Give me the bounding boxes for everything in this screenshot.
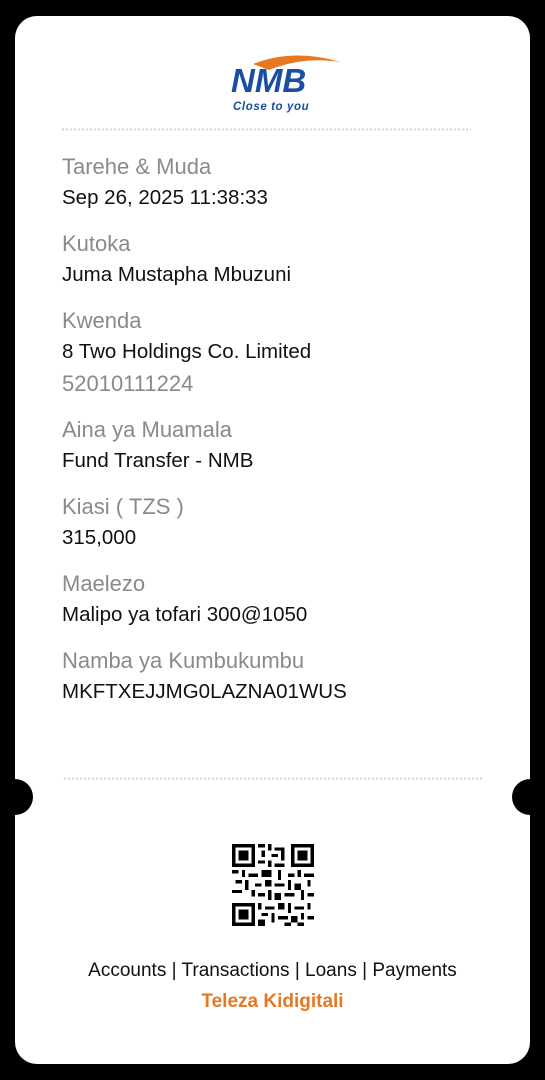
- field-description: Maelezo Malipo ya tofari 300@1050: [62, 569, 502, 631]
- field-label: Maelezo: [62, 571, 146, 596]
- field-label: Kiasi ( TZS ): [62, 494, 184, 519]
- account-number: 52010111224: [62, 371, 194, 396]
- field-value: Juma Mustapha Mbuzuni: [62, 263, 292, 286]
- field-amount: Kiasi ( TZS ) 315,000: [62, 492, 502, 554]
- field-value: Sep 26, 2025 11:38:33: [62, 186, 268, 209]
- link-separator: |: [362, 960, 368, 981]
- divider-bottom: [63, 776, 483, 781]
- field-label: Kutoka: [62, 231, 131, 256]
- field-label: Kwenda: [62, 308, 142, 333]
- link-separator: |: [294, 960, 300, 981]
- field-reference-number: Namba ya Kumbukumbu MKFTXEJJMG0LAZNA01WU…: [62, 646, 502, 708]
- link-separator: |: [171, 960, 177, 981]
- field-value: Fund Transfer - NMB: [62, 449, 254, 472]
- receipt-fields: Tarehe & Muda Sep 26, 2025 11:38:33 Kuto…: [62, 152, 502, 723]
- field-date-time: Tarehe & Muda Sep 26, 2025 11:38:33: [62, 152, 502, 214]
- field-label: Aina ya Muamala: [62, 417, 232, 442]
- field-to: Kwenda 8 Two Holdings Co. Limited 520101…: [62, 306, 502, 400]
- divider-top: [61, 127, 471, 132]
- field-label: Tarehe & Muda: [62, 154, 212, 179]
- field-value: Malipo ya tofari 300@1050: [62, 603, 308, 626]
- field-from: Kutoka Juma Mustapha Mbuzuni: [62, 229, 502, 291]
- field-value: 315,000: [62, 526, 137, 549]
- logo-text: NMB: [231, 62, 306, 99]
- link-loans[interactable]: Loans: [305, 960, 357, 981]
- qr-code-icon[interactable]: [232, 844, 314, 926]
- field-value: MKFTXEJJMG0LAZNA01WUS: [62, 680, 347, 703]
- link-transactions[interactable]: Transactions: [181, 960, 289, 981]
- footer-links: Accounts | Transactions | Loans | Paymen…: [15, 960, 530, 982]
- receipt-card: NMB Close to you Tarehe & Muda Sep 26, 2…: [0, 16, 545, 1064]
- footer-tagline: Teleza Kidigitali: [201, 991, 344, 1012]
- ticket-notch-right: [512, 779, 545, 815]
- field-label: Namba ya Kumbukumbu: [62, 648, 305, 673]
- nmb-logo: NMB Close to you: [231, 55, 341, 113]
- field-value: 8 Two Holdings Co. Limited: [62, 340, 312, 363]
- logo-tagline: Close to you: [233, 101, 309, 113]
- link-accounts[interactable]: Accounts: [88, 960, 166, 981]
- field-transaction-type: Aina ya Muamala Fund Transfer - NMB: [62, 415, 502, 477]
- ticket-notch-left: [0, 779, 33, 815]
- link-payments[interactable]: Payments: [372, 960, 456, 981]
